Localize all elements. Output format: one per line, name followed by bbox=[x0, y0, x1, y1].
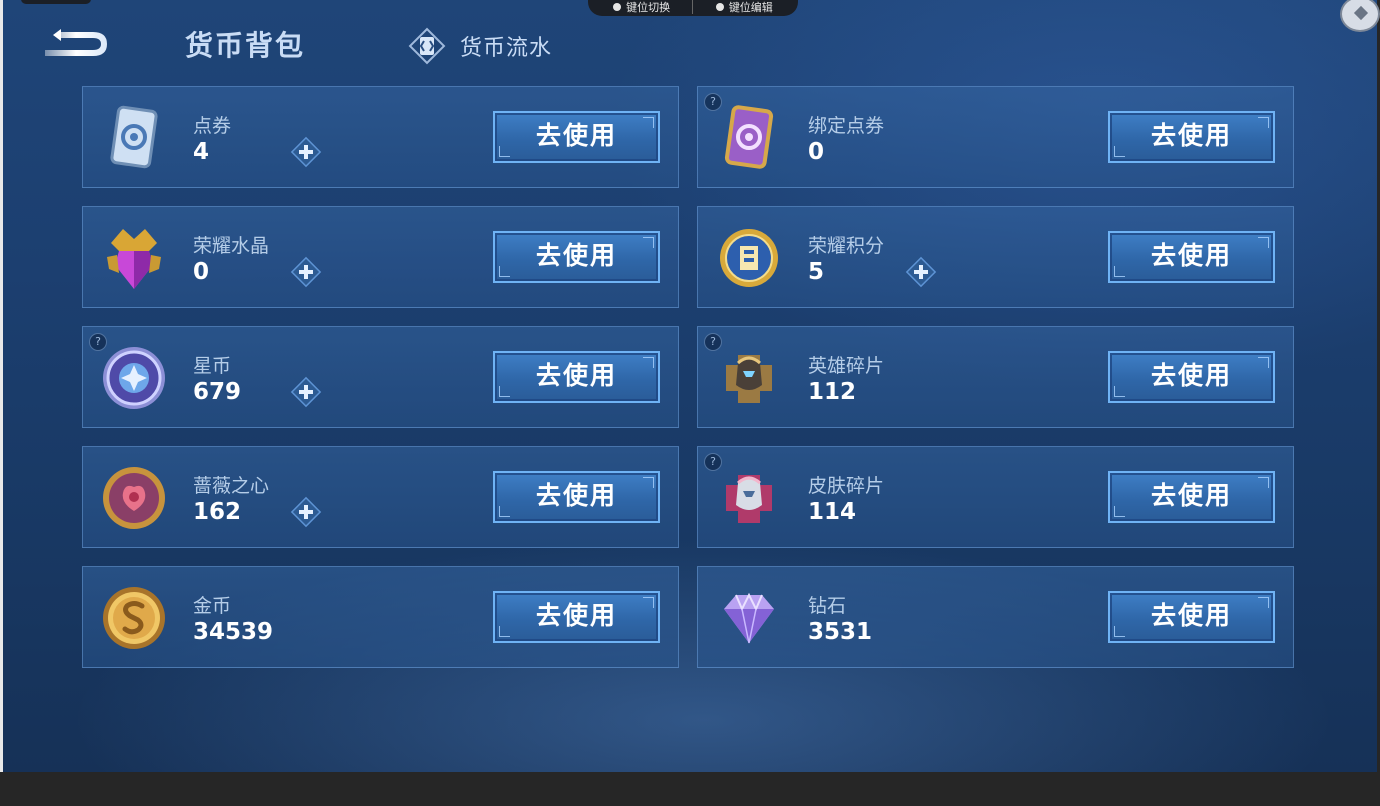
key-edit-button[interactable]: 键位编辑 bbox=[715, 0, 773, 15]
use-button[interactable]: 去使用 bbox=[493, 111, 660, 163]
use-button[interactable]: 去使用 bbox=[493, 591, 660, 643]
currency-bag-screen: 键位切换 键位编辑 货币背包 货币流水 点券 4 去使用 ? 绑定点券 0 去使… bbox=[3, 0, 1377, 772]
plus-icon bbox=[904, 256, 938, 293]
skin-fragment-icon bbox=[712, 461, 786, 535]
currency-name: 荣耀积分 bbox=[808, 235, 885, 257]
rose-heart-icon bbox=[97, 461, 171, 535]
currency-card-gold-coin: 金币 34539 去使用 bbox=[82, 566, 679, 668]
diamond-icon bbox=[712, 581, 786, 655]
add-currency-button[interactable] bbox=[289, 495, 323, 529]
currency-card-skin-fragment: ? 皮肤碎片 114 去使用 bbox=[697, 446, 1294, 548]
use-button[interactable]: 去使用 bbox=[1108, 231, 1275, 283]
back-arrow-icon bbox=[45, 29, 107, 56]
bound-coupon-icon bbox=[712, 101, 786, 175]
edit-icon bbox=[715, 3, 724, 11]
currency-name: 荣耀水晶 bbox=[193, 235, 270, 257]
bottom-bar bbox=[0, 772, 1380, 806]
add-currency-button[interactable] bbox=[289, 375, 323, 409]
currency-name: 绑定点券 bbox=[808, 115, 885, 137]
flow-record-icon bbox=[408, 27, 446, 65]
use-button[interactable]: 去使用 bbox=[1108, 471, 1275, 523]
key-edit-label: 键位编辑 bbox=[728, 1, 773, 14]
hero-fragment-icon bbox=[712, 341, 786, 415]
currency-name: 钻石 bbox=[808, 595, 847, 617]
left-edge-strip bbox=[0, 0, 3, 772]
currency-card-rose-heart: 蔷薇之心 162 去使用 bbox=[82, 446, 679, 548]
add-currency-button[interactable] bbox=[289, 255, 323, 289]
currency-amount: 0 bbox=[808, 139, 825, 165]
currency-card-glory-crystal: 荣耀水晶 0 去使用 bbox=[82, 206, 679, 308]
currency-flow-label: 货币流水 bbox=[460, 36, 553, 61]
plus-icon bbox=[289, 496, 323, 533]
switch-icon bbox=[613, 3, 622, 11]
currency-amount: 5 bbox=[808, 259, 825, 285]
plus-icon bbox=[289, 136, 323, 173]
use-button[interactable]: 去使用 bbox=[493, 231, 660, 283]
key-switch-button[interactable]: 键位切换 bbox=[613, 0, 670, 15]
currency-amount: 162 bbox=[193, 499, 242, 525]
currency-amount: 112 bbox=[808, 379, 857, 405]
use-button[interactable]: 去使用 bbox=[493, 471, 660, 523]
add-currency-button[interactable] bbox=[904, 255, 938, 289]
currency-amount: 0 bbox=[193, 259, 210, 285]
add-currency-button[interactable] bbox=[289, 135, 323, 169]
plus-icon bbox=[289, 376, 323, 413]
currency-card-star-coin: ? 星币 679 去使用 bbox=[82, 326, 679, 428]
currency-name: 英雄碎片 bbox=[808, 355, 885, 377]
currency-card-glory-points: 荣耀积分 5 去使用 bbox=[697, 206, 1294, 308]
currency-amount: 679 bbox=[193, 379, 242, 405]
key-switch-label: 键位切换 bbox=[626, 1, 671, 14]
currency-amount: 4 bbox=[193, 139, 210, 165]
use-button[interactable]: 去使用 bbox=[1108, 351, 1275, 403]
top-left-tab bbox=[21, 0, 91, 4]
currency-name: 点券 bbox=[193, 115, 232, 137]
gold-coin-icon bbox=[97, 581, 171, 655]
currency-name: 皮肤碎片 bbox=[808, 475, 885, 497]
currency-card-coupon-ticket: 点券 4 去使用 bbox=[82, 86, 679, 188]
use-button[interactable]: 去使用 bbox=[1108, 111, 1275, 163]
page-title: 货币背包 bbox=[185, 29, 306, 62]
currency-amount: 3531 bbox=[808, 619, 873, 645]
currency-card-bound-coupon: ? 绑定点券 0 去使用 bbox=[697, 86, 1294, 188]
back-button[interactable] bbox=[39, 26, 113, 62]
plus-icon bbox=[289, 256, 323, 293]
use-button[interactable]: 去使用 bbox=[493, 351, 660, 403]
overlay-divider bbox=[692, 0, 694, 14]
currency-name: 蔷薇之心 bbox=[193, 475, 270, 497]
key-overlay-pill: 键位切换 键位编辑 bbox=[588, 0, 798, 16]
coupon-ticket-icon bbox=[97, 101, 171, 175]
use-button[interactable]: 去使用 bbox=[1108, 591, 1275, 643]
glory-points-icon bbox=[712, 221, 786, 295]
currency-card-diamond: 钻石 3531 去使用 bbox=[697, 566, 1294, 668]
glory-crystal-icon bbox=[97, 221, 171, 295]
star-coin-icon bbox=[97, 341, 171, 415]
currency-name: 星币 bbox=[193, 355, 232, 377]
currency-amount: 34539 bbox=[193, 619, 274, 645]
currency-flow-tab[interactable]: 货币流水 bbox=[408, 27, 552, 65]
currency-amount: 114 bbox=[808, 499, 857, 525]
currency-name: 金币 bbox=[193, 595, 232, 617]
currency-card-hero-fragment: ? 英雄碎片 112 去使用 bbox=[697, 326, 1294, 428]
